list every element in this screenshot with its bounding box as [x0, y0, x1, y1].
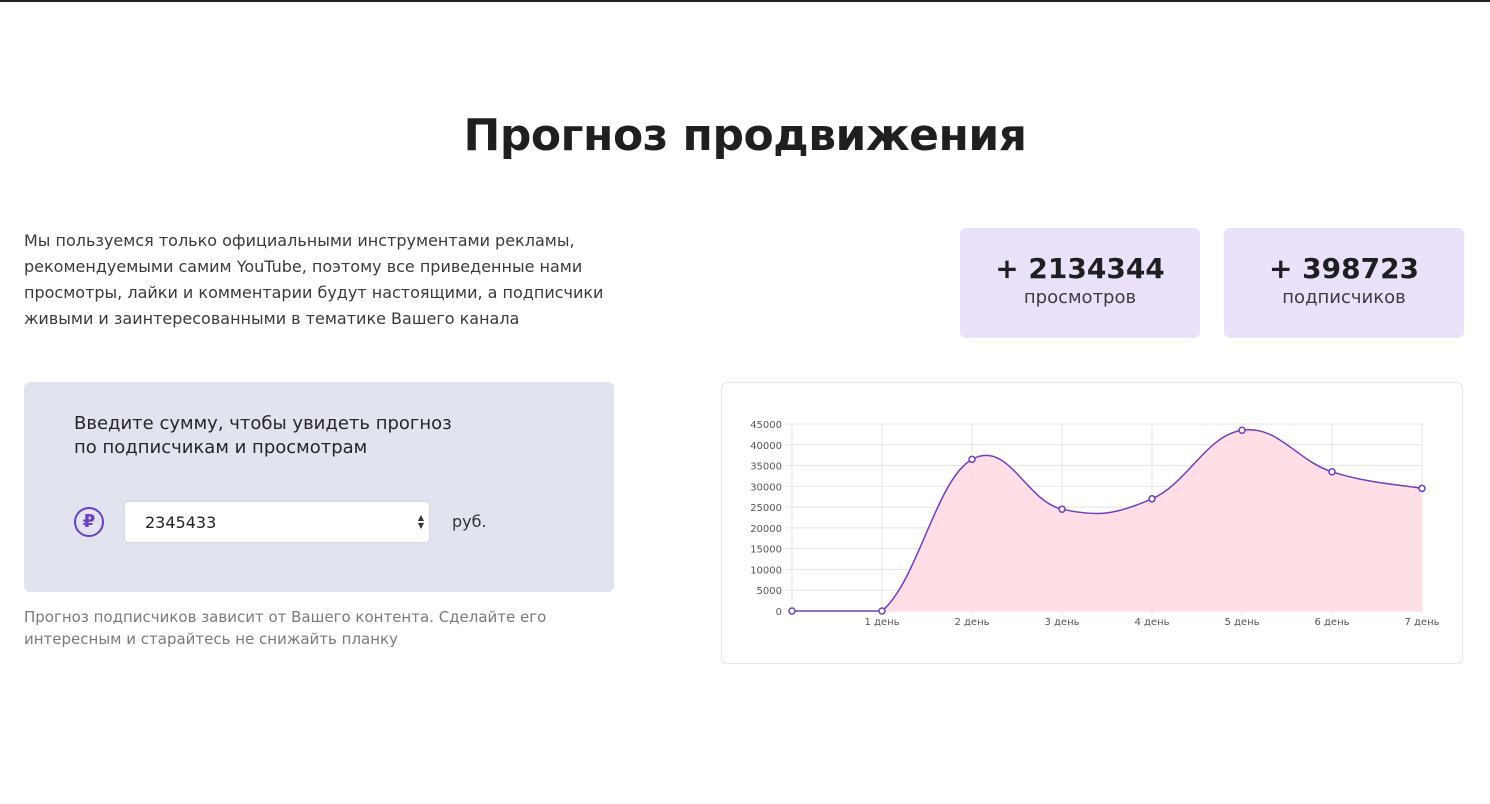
forecast-chart: 0 5000 10000 15000 20000 25000 30000 35000 40000… [750, 420, 1439, 628]
views-stat-card: + 2134344 просмотров [960, 228, 1200, 338]
x-tick-label: 1 день [864, 617, 899, 628]
subscribers-value: + 398723 [1268, 252, 1420, 285]
x-tick-label: 7 день [1404, 617, 1439, 628]
y-tick-label: 0 [776, 607, 782, 618]
data-point [1328, 468, 1336, 476]
currency-unit: руб. [452, 512, 487, 531]
ruble-icon: ₽ [74, 507, 104, 537]
y-tick-label: 15000 [750, 545, 782, 556]
intro-text: Мы пользуемся только официальными инстру… [24, 231, 604, 328]
views-value: + 2134344 [995, 252, 1165, 285]
forecast-chart-card: 0 5000 10000 15000 20000 25000 30000 35000 40000… [721, 382, 1463, 664]
y-tick-label: 35000 [750, 462, 782, 473]
y-tick-label: 45000 [750, 420, 782, 431]
y-tick-label: 40000 [750, 441, 782, 452]
amount-input[interactable] [124, 501, 430, 543]
chart-area [792, 429, 1422, 611]
x-tick-label: 5 день [1224, 617, 1259, 628]
x-tick-label: 6 день [1314, 617, 1349, 628]
data-point [1238, 426, 1246, 434]
x-tick-label: 3 день [1044, 617, 1079, 628]
data-point [1418, 484, 1426, 493]
data-point [788, 607, 796, 615]
y-tick-label: 30000 [750, 482, 782, 493]
y-tick-label: 25000 [750, 503, 782, 514]
y-tick-label: 20000 [750, 524, 782, 535]
subscribers-stat-card: + 398723 подписчиков [1224, 228, 1464, 338]
x-tick-label: 2 день [954, 617, 989, 628]
x-tick-label: 4 день [1134, 617, 1169, 628]
page-title: Прогноз продвижения [463, 110, 1028, 161]
y-tick-label: 10000 [750, 565, 782, 576]
data-point [878, 607, 886, 615]
number-spinner[interactable]: ▲ ▼ [416, 514, 426, 532]
y-tick-label: 5000 [757, 586, 782, 597]
views-label: просмотров [1023, 287, 1137, 308]
forecast-note: Прогноз подписчиков зависит от Вашего ко… [24, 608, 547, 648]
forecast-calculator: Введите сумму, чтобы увидеть прогноз по … [24, 382, 614, 592]
calculator-prompt: Введите сумму, чтобы увидеть прогноз по … [74, 413, 452, 458]
data-point [1058, 505, 1066, 513]
data-point [1148, 495, 1156, 503]
spinner-down-icon[interactable]: ▼ [416, 522, 426, 530]
data-point [968, 455, 976, 464]
subscribers-label: подписчиков [1282, 287, 1406, 308]
